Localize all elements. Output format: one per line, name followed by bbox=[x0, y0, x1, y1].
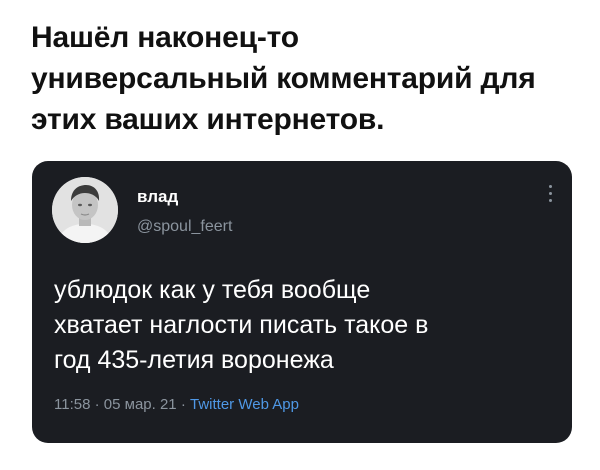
caption-line-3: этих ваших интернетов. bbox=[31, 103, 385, 136]
tweet-text: ублюдок как у тебя вообще хватает наглос… bbox=[54, 273, 559, 378]
avatar[interactable] bbox=[52, 177, 118, 243]
tweet-meta: 11:58 · 05 мар. 21 · Twitter Web App bbox=[54, 396, 299, 413]
caption-line-1: Нашёл наконец-то bbox=[31, 21, 299, 54]
more-vertical-icon[interactable] bbox=[546, 185, 554, 207]
caption-line-2: универсальный комментарий для bbox=[31, 62, 536, 95]
tweet-source-link[interactable]: Twitter Web App bbox=[190, 396, 299, 413]
tweet-date[interactable]: 05 мар. 21 bbox=[104, 396, 177, 413]
tweet-text-line-1: ублюдок как у тебя вообще bbox=[54, 276, 371, 304]
user-photo-icon bbox=[52, 177, 118, 243]
post-caption: Нашёл наконец-то универсальный комментар… bbox=[31, 17, 576, 140]
tweet-text-line-3: год 435-летия воронежа bbox=[54, 346, 334, 374]
tweet-time[interactable]: 11:58 bbox=[54, 396, 90, 413]
tweet-display-name[interactable]: влад bbox=[137, 187, 178, 207]
tweet-card: влад @spoul_feert ублюдок как у тебя воо… bbox=[32, 161, 572, 443]
tweet-text-line-2: хватает наглости писать такое в bbox=[54, 311, 429, 339]
meta-separator-2: · bbox=[180, 396, 186, 413]
tweet-handle[interactable]: @spoul_feert bbox=[137, 218, 232, 236]
meta-separator: · bbox=[94, 396, 100, 413]
